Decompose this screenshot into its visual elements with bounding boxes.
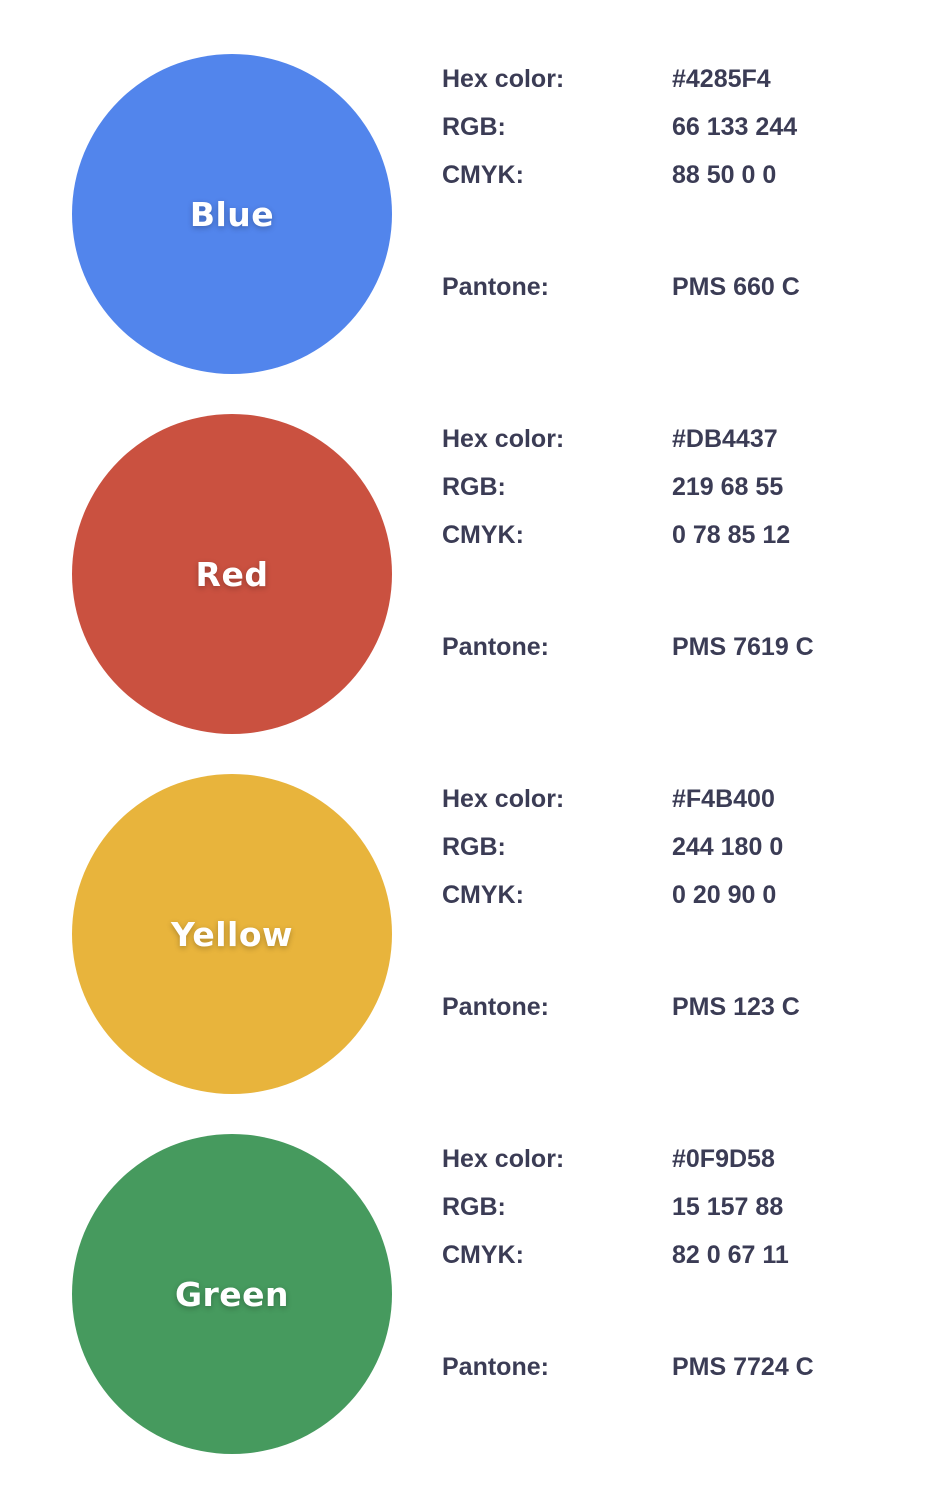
pantone-label: Pantone: xyxy=(442,273,549,301)
hex-label: Hex color: xyxy=(442,785,565,813)
swatch-name: Blue xyxy=(189,194,275,234)
blue-swatch-circle: Blue xyxy=(72,54,392,374)
color-block-blue: Blue Hex color: #4285F4 RGB: 66 133 244 … xyxy=(0,0,936,374)
red-swatch-circle: Red xyxy=(72,414,392,734)
hex-value: #0F9D58 xyxy=(672,1145,775,1173)
cmyk-label: CMYK: xyxy=(442,521,524,549)
hex-label: Hex color: xyxy=(442,65,565,93)
color-block-red: Red Hex color: #DB4437 RGB: 219 68 55 CM… xyxy=(0,360,936,734)
pantone-label: Pantone: xyxy=(442,993,549,1021)
cmyk-value: 82 0 67 11 xyxy=(672,1241,789,1269)
hex-value: #4285F4 xyxy=(672,65,771,93)
cmyk-value: 0 20 90 0 xyxy=(672,881,777,909)
hex-value: #DB4437 xyxy=(672,425,778,453)
rgb-label: RGB: xyxy=(442,1193,506,1221)
rgb-label: RGB: xyxy=(442,833,506,861)
cmyk-value: 0 78 85 12 xyxy=(672,521,791,549)
yellow-swatch-circle: Yellow xyxy=(72,774,392,1094)
swatch-name: Yellow xyxy=(170,914,294,954)
swatch-name: Red xyxy=(195,554,269,594)
rgb-label: RGB: xyxy=(442,113,506,141)
pantone-value: PMS 660 C xyxy=(672,273,800,301)
swatch-name: Green xyxy=(174,1274,290,1314)
rgb-value: 15 157 88 xyxy=(672,1193,784,1221)
color-block-yellow: Yellow Hex color: #F4B400 RGB: 244 180 0… xyxy=(0,720,936,1094)
color-block-green: Green Hex color: #0F9D58 RGB: 15 157 88 … xyxy=(0,1080,936,1454)
cmyk-label: CMYK: xyxy=(442,161,524,189)
pantone-value: PMS 7724 C xyxy=(672,1353,814,1381)
pantone-label: Pantone: xyxy=(442,633,549,661)
pantone-label: Pantone: xyxy=(442,1353,549,1381)
cmyk-label: CMYK: xyxy=(442,881,524,909)
rgb-value: 244 180 0 xyxy=(672,833,784,861)
rgb-label: RGB: xyxy=(442,473,506,501)
hex-value: #F4B400 xyxy=(672,785,775,813)
hex-label: Hex color: xyxy=(442,425,565,453)
pantone-value: PMS 123 C xyxy=(672,993,800,1021)
rgb-value: 219 68 55 xyxy=(672,473,784,501)
cmyk-value: 88 50 0 0 xyxy=(672,161,777,189)
cmyk-label: CMYK: xyxy=(442,1241,524,1269)
rgb-value: 66 133 244 xyxy=(672,113,798,141)
green-swatch-circle: Green xyxy=(72,1134,392,1454)
pantone-value: PMS 7619 C xyxy=(672,633,814,661)
hex-label: Hex color: xyxy=(442,1145,565,1173)
